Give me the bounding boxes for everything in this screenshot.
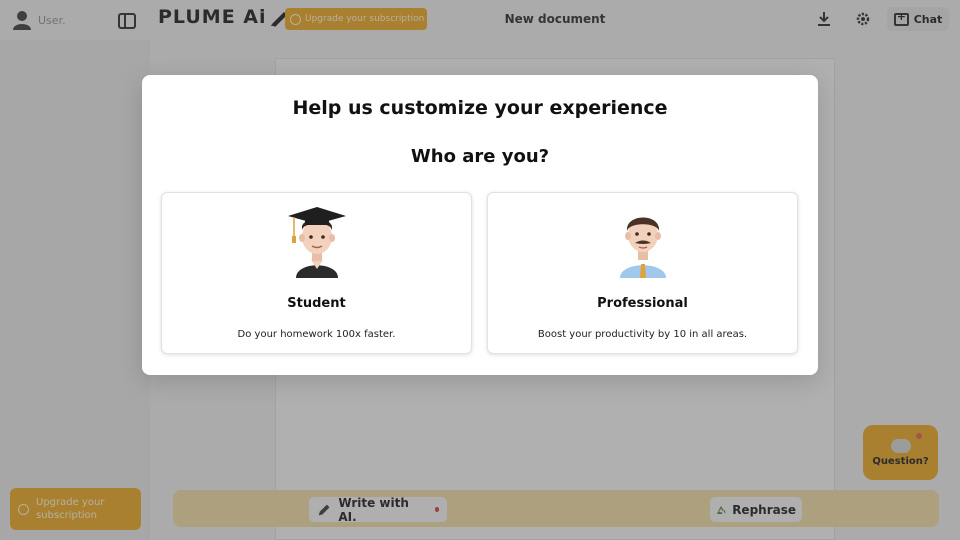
option-description: Boost your productivity by 10 in all are… bbox=[537, 329, 748, 340]
option-title: Professional bbox=[597, 296, 688, 311]
option-title: Student bbox=[287, 296, 346, 311]
modal-title: Help us customize your experience bbox=[292, 97, 668, 119]
modal-subtitle: Who are you? bbox=[410, 146, 550, 167]
professional-emoji-icon bbox=[488, 203, 797, 278]
option-card-professional[interactable]: Professional Boost your productivity by … bbox=[487, 192, 798, 354]
onboarding-modal: Help us customize your experience Who ar… bbox=[142, 75, 818, 375]
option-card-student[interactable]: Student Do your homework 100x faster. bbox=[161, 192, 472, 354]
option-description: Do your homework 100x faster. bbox=[237, 329, 396, 340]
student-emoji-icon bbox=[162, 203, 471, 278]
